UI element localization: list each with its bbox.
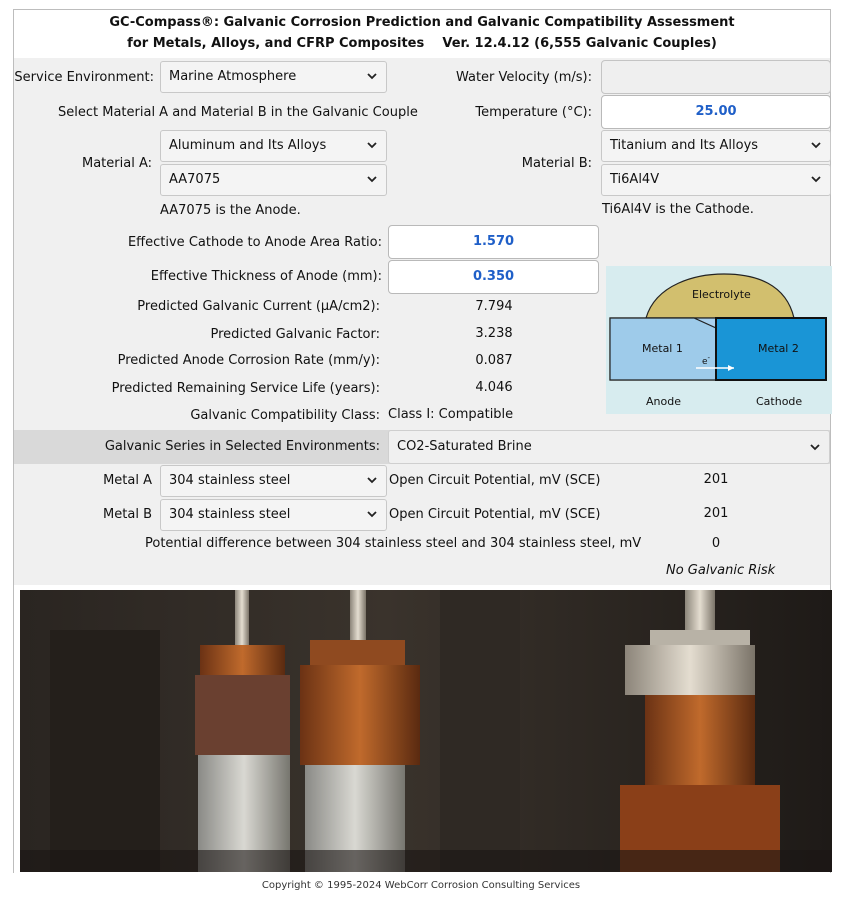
galvanic-factor-label: Predicted Galvanic Factor: [210,327,380,342]
chevron-down-icon [367,176,377,183]
calculator-panel: GC-Compass®: Galvanic Corrosion Predicti… [13,9,832,874]
chevron-down-icon [367,142,377,149]
metal-b-value: 304 stainless steel [169,507,291,522]
potential-difference-label: Potential difference between 304 stainle… [145,536,642,551]
metal-a-select[interactable]: 304 stainless steel [160,465,387,497]
electron-label: e- [702,354,711,367]
material-b-label: Material B: [521,156,592,171]
cathode-label: Cathode [756,395,803,408]
metal1-label: Metal 1 [642,342,683,355]
service-environment-label: Service Environment: [14,70,154,85]
potential-difference-value: 0 [711,536,721,551]
galvanic-couple-diagram: Electrolyte Metal 1 Metal 2 e- Anode Cat… [606,266,832,414]
chevron-down-icon [811,176,821,183]
thickness-input[interactable]: 0.350 [388,260,599,294]
service-life-label: Predicted Remaining Service Life (years)… [111,381,380,396]
galvanic-factor-value: 3.238 [475,326,513,341]
material-a-family-select[interactable]: Aluminum and Its Alloys [160,130,387,162]
metal-b-ocp-value: 201 [703,506,729,521]
material-b-alloy-value: Ti6Al4V [610,172,660,187]
risk-indicator: No Galvanic Risk [666,563,776,578]
galvanic-current-value: 7.794 [475,299,513,314]
title-line-2: for Metals, Alloys, and CFRP Composites … [127,36,717,51]
water-velocity-label: Water Velocity (m/s): [455,70,592,85]
metal-a-value: 304 stainless steel [169,473,291,488]
chevron-down-icon [367,511,377,518]
metal-a-ocp-value: 201 [703,472,729,487]
corrosion-rate-label: Predicted Anode Corrosion Rate (mm/y): [117,353,380,368]
material-a-role: AA7075 is the Anode. [160,203,301,218]
galvanic-series-select[interactable]: CO2-Saturated Brine [388,430,830,464]
material-a-family-value: Aluminum and Its Alloys [169,138,327,153]
compatibility-class-value: Class I: Compatible [388,407,514,422]
galvanic-current-label: Predicted Galvanic Current (µA/cm2): [137,299,380,314]
area-ratio-input[interactable]: 1.570 [388,225,599,259]
chevron-down-icon [367,73,377,80]
water-velocity-input[interactable] [601,60,831,94]
material-b-alloy-select[interactable]: Ti6Al4V [601,164,831,196]
chevron-down-icon [811,142,821,149]
material-b-family-select[interactable]: Titanium and Its Alloys [601,130,831,162]
copyright-footer: Copyright © 1995-2024 WebCorr Corrosion … [261,880,581,891]
metal-b-ocp-label: Open Circuit Potential, mV (SCE) [389,507,601,522]
temperature-label: Temperature (°C): [475,105,592,120]
material-a-label: Material A: [82,156,152,171]
select-instruction: Select Material A and Material B in the … [58,105,418,120]
service-life-value: 4.046 [475,380,513,395]
page-title: GC-Compass®: Galvanic Corrosion Predicti… [14,10,830,58]
metal-a-label: Metal A [103,473,152,488]
galvanic-series-label: Galvanic Series in Selected Environments… [104,439,380,454]
corroded-fasteners-photo [20,590,832,872]
temperature-input[interactable]: 25.00 [601,95,831,129]
compatibility-class-label: Galvanic Compatibility Class: [190,408,380,423]
material-a-alloy-select[interactable]: AA7075 [160,164,387,196]
galvanic-series-value: CO2-Saturated Brine [397,439,532,454]
chevron-down-icon [810,444,820,451]
material-b-family-value: Titanium and Its Alloys [610,138,759,153]
service-environment-value: Marine Atmosphere [169,69,297,84]
title-line-1: GC-Compass®: Galvanic Corrosion Predicti… [109,15,735,30]
material-a-alloy-value: AA7075 [169,172,221,187]
metal-a-ocp-label: Open Circuit Potential, mV (SCE) [389,473,601,488]
anode-label: Anode [646,395,681,408]
corrosion-rate-value: 0.087 [475,353,513,368]
metal-b-select[interactable]: 304 stainless steel [160,499,387,531]
thickness-label: Effective Thickness of Anode (mm): [150,269,382,284]
chevron-down-icon [367,477,377,484]
photo-graphic [20,590,832,872]
material-b-role: Ti6Al4V is the Cathode. [602,202,754,217]
metal2-label: Metal 2 [758,342,799,355]
service-environment-select[interactable]: Marine Atmosphere [160,61,387,93]
electrolyte-label: Electrolyte [692,288,751,301]
metal-b-label: Metal B [103,507,152,522]
galvanic-series-band: Galvanic Series in Selected Environments… [14,430,830,464]
area-ratio-label: Effective Cathode to Anode Area Ratio: [127,235,382,250]
